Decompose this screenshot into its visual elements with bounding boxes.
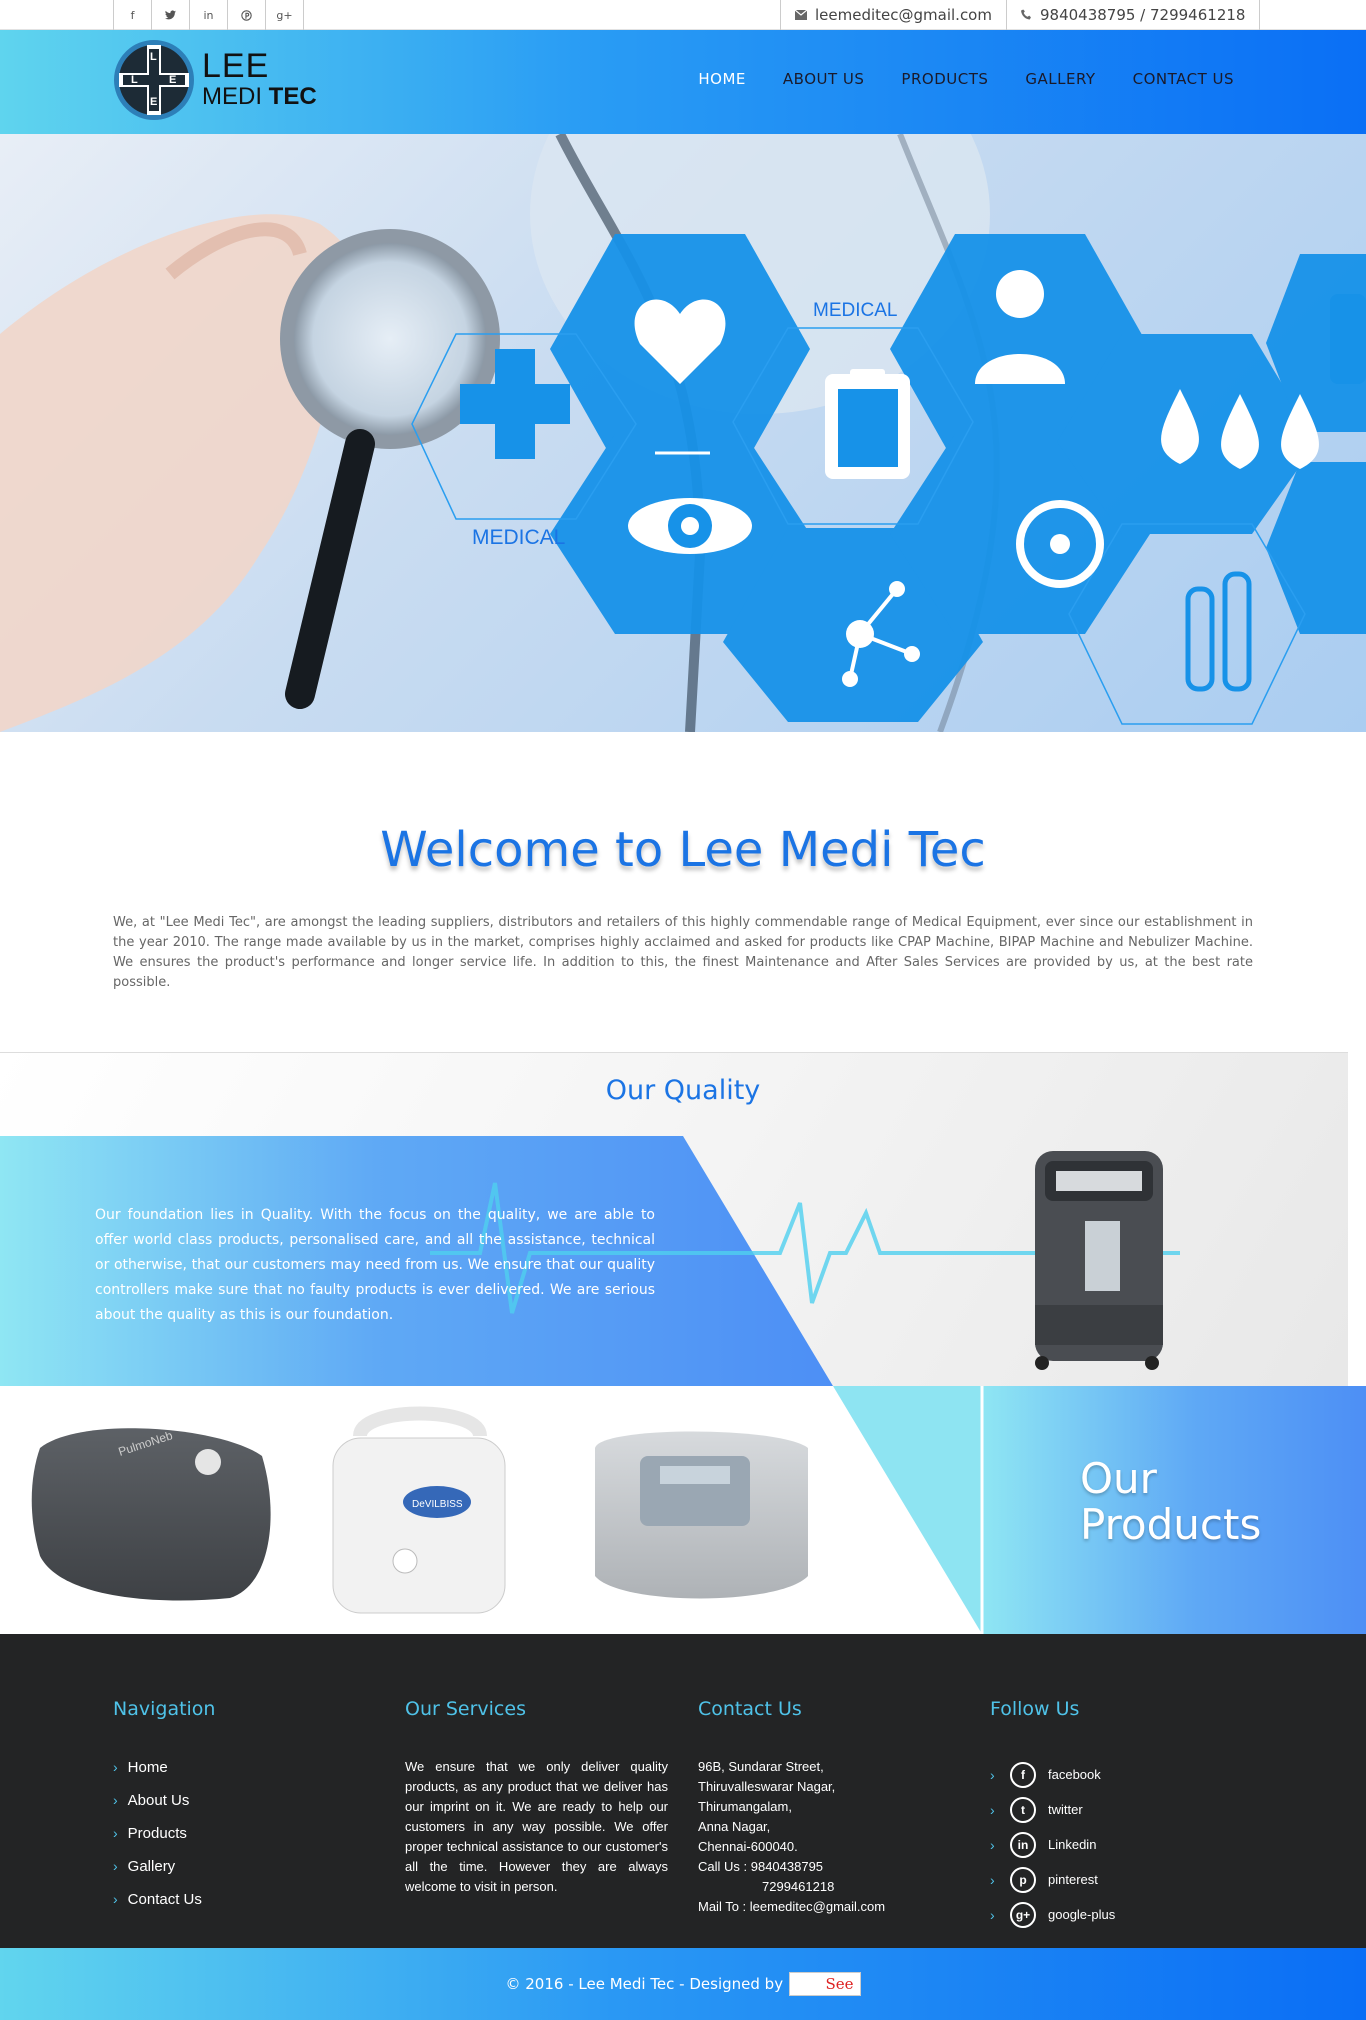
footer-contact-details: 96B, Sundarar Street, Thiruvalleswarar N… [698,1757,885,1917]
address-line: Thiruvalleswarar Nagar, [698,1779,836,1794]
logo-letter: L [150,51,157,63]
site-footer [0,1634,1366,1948]
footer-nav-title: Navigation [113,1698,216,1720]
google-plus-icon: g+ [1010,1901,1036,1928]
copyright-text: © 2016 - Lee Medi Tec - Designed by [505,1975,784,1993]
our-products-line-2: Products [1080,1500,1262,1549]
pinterest-icon[interactable] [228,0,266,30]
nav-about-us[interactable]: ABOUT US [783,70,865,88]
top-bar: f in g+ leemeditec@gmail.com 9840438795 … [0,0,1366,30]
footer-link-gallery[interactable]: › Gallery [113,1858,202,1891]
top-email-text: leemeditec@gmail.com [815,6,992,24]
footer-nav-links: › Home › About Us › Products › Gallery › Cont… [113,1759,202,1924]
twitter-icon: t [1010,1796,1036,1823]
top-phone[interactable]: 9840438795 / 7299461218 [1007,0,1261,30]
facebook-icon[interactable]: f [114,0,152,30]
footer-nav-column: Navigation [113,1698,215,1720]
welcome-text: We, at "Lee Medi Tec", are amongst the l… [113,915,1253,990]
logo-letter: E [150,96,158,108]
pinterest-icon: p [1010,1866,1036,1893]
follow-google-plus[interactable]: › g+ google-plus [990,1897,1115,1932]
designer-logo[interactable]: JustSee [789,1972,861,1996]
follow-linkedin[interactable]: › in Linkedin [990,1827,1115,1862]
quality-text: Our foundation lies in Quality. With the… [95,1207,655,1323]
welcome-title: Welcome to Lee Medi Tec [380,822,986,878]
facebook-icon: f [1010,1761,1036,1788]
logo-letter: E [169,74,177,86]
footer-services-title: Our Services [405,1698,526,1720]
footer-follow-column: Follow Us [990,1698,1079,1720]
address-line: Chennai-600040. [698,1839,798,1854]
logo-wordmark: LEE MEDI TEC [202,49,317,111]
footer-link-about-us[interactable]: › About Us [113,1792,202,1825]
logo-line-1: LEE [202,47,270,85]
footer-contact-title: Contact Us [698,1698,802,1720]
logo-line-2: MEDI TEC [202,83,317,110]
logo-mark: L L E E [114,40,194,120]
chevron-right-icon: › [990,1801,995,1818]
main-nav: HOME ABOUT US PRODUCTS GALLERY CONTACT U… [698,70,1234,88]
logo-letter: L [131,74,138,86]
nav-gallery[interactable]: GALLERY [1025,70,1095,88]
top-phone-text: 9840438795 / 7299461218 [1039,6,1246,24]
chevron-right-icon: › [113,1858,118,1874]
chevron-right-icon: › [113,1759,118,1775]
hero-illustration: MEDICAL MEDICAL [0,134,1366,732]
hero-medical-label-bottom: MEDICAL [472,526,565,549]
footer-contact-column: Contact Us [698,1698,802,1720]
footer-email[interactable]: Mail To : leemeditec@gmail.com [698,1897,885,1917]
chevron-right-icon: › [113,1891,118,1907]
chevron-right-icon: › [113,1792,118,1808]
devilbiss-brand: DeVILBISS [412,1499,463,1510]
chevron-right-icon: › [113,1825,118,1841]
linkedin-icon[interactable]: in [190,0,228,30]
copyright-bar: © 2016 - Lee Medi Tec - Designed by Just… [0,1948,1366,2020]
footer-follow-links: › f facebook › t twitter › in Linkedin › p pinte… [990,1757,1115,1932]
address-line: Anna Nagar, [698,1819,771,1834]
address-line: Thirumangalam, [698,1799,792,1814]
google-plus-icon[interactable]: g+ [266,0,304,30]
top-social-links: f in g+ [113,0,304,30]
follow-facebook[interactable]: › f facebook [990,1757,1115,1792]
footer-link-contact-us[interactable]: › Contact Us [113,1891,202,1924]
footer-follow-title: Follow Us [990,1698,1080,1720]
follow-twitter[interactable]: › t twitter [990,1792,1115,1827]
nav-contact-us[interactable]: CONTACT US [1133,70,1234,88]
footer-services-column: Our Services [405,1698,526,1720]
linkedin-icon: in [1010,1831,1036,1858]
footer-link-products[interactable]: › Products [113,1825,202,1858]
top-email[interactable]: leemeditec@gmail.com [781,0,1007,30]
footer-services-text: We ensure that we only deliver quality p… [405,1759,668,1894]
site-logo[interactable]: L L E E LEE MEDI TEC [114,40,317,120]
footer-phone-2[interactable]: 7299461218 [698,1877,885,1897]
our-products-line-1: Our [1080,1454,1157,1503]
quality-title: Our Quality [605,1075,761,1106]
chevron-right-icon: › [990,1906,995,1923]
nav-products[interactable]: PRODUCTS [901,70,988,88]
hero-banner: MEDICAL MEDICAL [0,134,1366,732]
footer-link-home[interactable]: › Home [113,1759,202,1792]
twitter-icon[interactable] [152,0,190,30]
follow-pinterest[interactable]: › p pinterest [990,1862,1115,1897]
hero-medical-label-top: MEDICAL [813,300,897,321]
chevron-right-icon: › [990,1871,995,1888]
our-products-title[interactable]: Our Products [1080,1456,1261,1548]
chevron-right-icon: › [990,1766,995,1783]
address-line: 96B, Sundarar Street, [698,1759,824,1774]
top-contact-info: leemeditec@gmail.com 9840438795 / 729946… [780,0,1261,30]
chevron-right-icon: › [990,1836,995,1853]
site-header: L L E E LEE MEDI TEC HOME ABOUT US PRODU… [0,30,1366,134]
phone-icon [1020,6,1032,24]
footer-phone-1[interactable]: Call Us : 9840438795 [698,1857,885,1877]
envelope-icon [794,6,808,24]
nav-home[interactable]: HOME [698,70,746,88]
